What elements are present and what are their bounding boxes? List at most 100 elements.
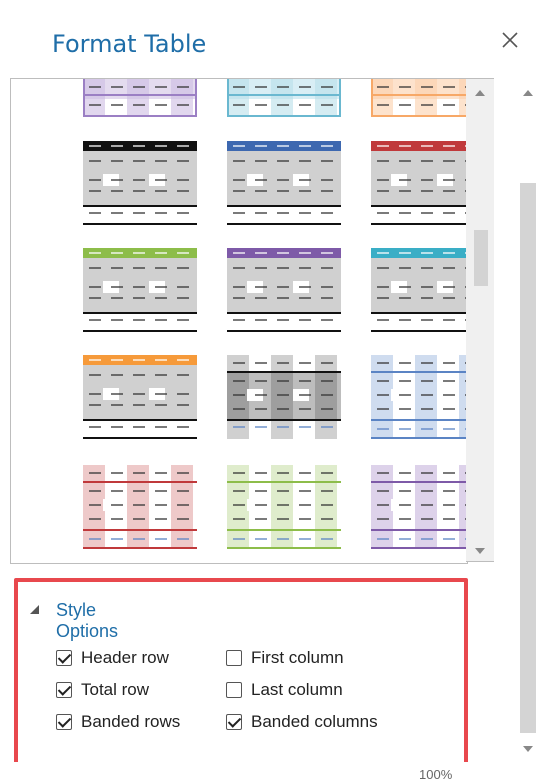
style-cell	[83, 421, 197, 439]
style-cell	[83, 151, 197, 207]
style-cell	[83, 258, 197, 314]
style-cell	[415, 465, 437, 549]
table-style-dark-orange[interactable]	[83, 355, 197, 439]
style-cell	[315, 465, 337, 549]
style-cell	[227, 207, 341, 225]
style-cell	[227, 258, 341, 314]
banded-columns-checkbox[interactable]: Banded columns	[226, 712, 378, 732]
style-cell	[371, 355, 393, 439]
table-style-dark-black[interactable]	[83, 141, 197, 225]
style-cell	[227, 465, 249, 549]
checkbox-label: Banded columns	[251, 712, 378, 731]
style-cell	[227, 481, 341, 483]
style-cell	[227, 330, 341, 332]
pane-scroll-up-icon[interactable]	[521, 88, 535, 98]
style-cell	[83, 437, 197, 439]
pane-title: Format Table	[52, 30, 207, 58]
table-style-plain-lavender[interactable]	[83, 78, 197, 117]
style-cell	[371, 330, 467, 332]
style-cell	[83, 330, 197, 332]
style-cell	[371, 223, 467, 225]
table-style-dark-green[interactable]	[83, 248, 197, 332]
table-style-plain-teal[interactable]	[227, 78, 341, 117]
table-style-red-banded[interactable]	[83, 465, 197, 549]
style-cell	[227, 94, 341, 96]
style-cell	[227, 223, 341, 225]
table-style-dark-purple[interactable]	[227, 248, 341, 332]
style-cell	[83, 207, 197, 225]
style-cell	[271, 79, 293, 117]
style-cell	[371, 205, 467, 207]
banded-rows-checkbox[interactable]: Banded rows	[56, 712, 180, 732]
style-cell	[371, 312, 467, 314]
gallery-scrollbar-thumb[interactable]	[474, 230, 488, 286]
style-cell	[83, 312, 197, 314]
style-cell	[315, 373, 337, 419]
style-cell	[371, 419, 467, 421]
close-button[interactable]	[496, 26, 524, 54]
checkbox-box[interactable]	[56, 714, 72, 730]
style-cell	[83, 94, 197, 96]
first-column-checkbox[interactable]: First column	[226, 648, 344, 668]
pane-scroll-down-icon[interactable]	[521, 744, 535, 754]
style-cell	[227, 314, 341, 332]
style-cell	[83, 79, 105, 117]
style-cell	[83, 314, 197, 332]
checkbox-label: Last column	[251, 680, 343, 699]
style-cell	[271, 373, 293, 419]
table-style-dark-red[interactable]	[371, 141, 468, 225]
checkbox-label: Banded rows	[81, 712, 181, 731]
style-cell	[371, 258, 467, 314]
style-cell	[83, 365, 197, 421]
style-cell	[227, 419, 341, 421]
checkbox-box[interactable]	[56, 650, 72, 666]
style-cell	[127, 465, 149, 549]
header-row-checkbox[interactable]: Header row	[56, 648, 169, 668]
style-cell	[227, 205, 341, 207]
style-cell	[83, 205, 197, 207]
style-cell	[171, 465, 193, 549]
total-row-checkbox[interactable]: Total row	[56, 680, 149, 700]
table-style-blue-banded[interactable]	[371, 355, 468, 439]
table-style-green-banded[interactable]	[227, 465, 341, 549]
style-cell	[371, 151, 467, 207]
style-cell	[83, 419, 197, 421]
table-style-dark-teal[interactable]	[371, 248, 468, 332]
table-style-dark-blue[interactable]	[227, 141, 341, 225]
gallery-scroll-up-icon[interactable]	[473, 88, 487, 98]
close-icon	[502, 32, 518, 48]
style-cell	[227, 371, 341, 373]
checkbox-box[interactable]	[226, 650, 242, 666]
style-cell	[271, 465, 293, 549]
pane-scrollbar-thumb[interactable]	[520, 183, 536, 733]
style-cell	[371, 314, 467, 332]
checkbox-label: Header row	[81, 648, 169, 667]
checkbox-box[interactable]	[226, 714, 242, 730]
collapse-triangle-icon	[30, 605, 39, 614]
status-bar	[0, 762, 547, 780]
style-cell	[127, 79, 149, 117]
style-cell	[371, 371, 467, 373]
style-cell	[83, 465, 105, 549]
style-cell	[371, 481, 467, 483]
gallery-scroll-down-icon[interactable]	[473, 546, 487, 556]
checkbox-box[interactable]	[226, 682, 242, 698]
style-cell	[227, 79, 249, 117]
last-column-checkbox[interactable]: Last column	[226, 680, 343, 700]
table-style-purple-banded[interactable]	[371, 465, 468, 549]
style-options-section: Style Options Header row First column To…	[14, 578, 468, 766]
table-style-gray-banded[interactable]	[227, 355, 341, 439]
table-style-plain-orange[interactable]	[371, 78, 468, 117]
style-cell	[227, 547, 341, 549]
checkbox-label: Total row	[81, 680, 150, 699]
table-style-gallery	[10, 78, 468, 564]
style-cell	[83, 529, 197, 531]
style-cell	[415, 79, 437, 117]
style-cell	[371, 547, 467, 549]
style-cell	[371, 529, 467, 531]
style-cell	[227, 151, 341, 207]
style-options-label: Style Options	[56, 600, 119, 641]
gallery-scrollbar[interactable]	[466, 78, 494, 562]
style-cell	[371, 465, 393, 549]
checkbox-box[interactable]	[56, 682, 72, 698]
